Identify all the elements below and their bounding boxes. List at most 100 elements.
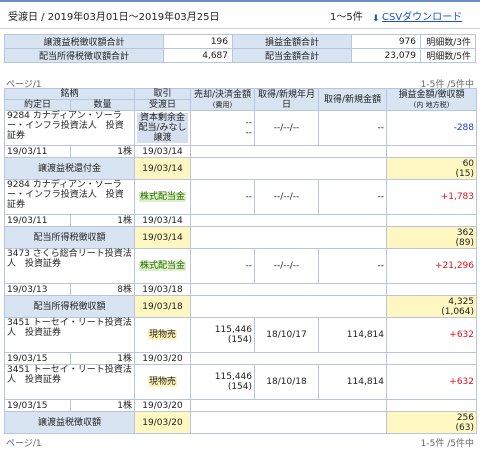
settle-date: 19/03/14	[134, 226, 192, 249]
summary-row: 配当所得税徴収額合計 4,687 配当金額合計 23,079 明細数/5件	[4, 48, 476, 63]
tax-local: (89)	[455, 237, 475, 248]
sale-amount-fee: (154)	[227, 335, 253, 345]
acq-date: 18/10/17	[254, 317, 320, 353]
sale-amount: -- --	[190, 110, 256, 146]
empty-cell	[190, 283, 388, 296]
settle-date: 19/03/14	[134, 145, 192, 158]
table-row: 19/03/13 8株 19/03/18	[4, 283, 478, 296]
settle-date: 19/03/20	[134, 399, 192, 412]
acq-amount: --	[318, 179, 388, 215]
download-icon: ⬇	[372, 14, 380, 24]
empty-cell	[190, 295, 388, 318]
table-row: 19/03/15 1株 19/03/20	[4, 352, 478, 365]
empty-cell	[190, 352, 388, 365]
sale-amount-value: --	[245, 118, 253, 128]
table-row: 3473 さくら総合リート投資法人 投資証券 株式配当金 -- --/--/--…	[3, 248, 478, 284]
empty-cell	[386, 399, 478, 412]
col-baikyaku: 売却/決済金額 (費用)	[190, 88, 256, 111]
security-name[interactable]: 3451 トーセイ・リート投資法人 投資証券	[3, 364, 136, 400]
sale-amount-value: 115,446	[214, 372, 253, 382]
trade-date: 19/03/15	[4, 399, 71, 412]
tax-local: (15)	[455, 168, 475, 179]
table-row: 配当所得税徴収額 19/03/18 4,325 (1,064)	[3, 295, 478, 318]
trade-date: 19/03/13	[4, 283, 71, 296]
col-torihiki: 取引	[134, 88, 192, 100]
empty-cell	[386, 352, 478, 365]
tax-amount: 256 (63)	[386, 411, 478, 434]
summary-label: 譲渡益税徴収額合計	[4, 34, 164, 49]
tax-label: 配当所得税徴収額	[3, 295, 136, 318]
summary-table: 譲渡益税徴収額合計 196 損益金額合計 976 明細数/3件 配当所得税徴収額…	[4, 34, 476, 63]
acq-date: 18/10/18	[254, 364, 320, 400]
tax-amount: 362 (89)	[386, 226, 478, 249]
csv-label: CSVダウンロード	[382, 12, 463, 23]
tax-amount: 60 (15)	[386, 157, 478, 180]
empty-cell	[190, 399, 388, 412]
col-soneki-label: 損益金額/徴収額	[398, 89, 465, 100]
acq-date: --/--/--	[254, 248, 320, 284]
col-suryo: 数量	[69, 99, 136, 111]
pl-amount: +21,296	[386, 248, 478, 284]
summary-count: 明細数/5件	[420, 48, 476, 63]
table-row: 3451 トーセイ・リート投資法人 投資証券 現物売 115,446 (154) …	[3, 317, 478, 353]
table-row: 配当所得税徴収額 19/03/14 362 (89)	[3, 226, 478, 249]
empty-cell	[190, 214, 388, 227]
settle-date: 19/03/20	[134, 352, 192, 365]
acq-date: --/--/--	[254, 179, 320, 215]
table-row: 9284 カナディアン・ソーラー・インフラ投資法人 投資証券 株式配当金 -- …	[3, 179, 478, 215]
col-soneki-sub: (内 地方税)	[413, 100, 450, 109]
table-row: 9284 カナディアン・ソーラー・インフラ投資法人 投資証券 資本剰余金配当/み…	[3, 110, 478, 146]
settle-date: 19/03/14	[134, 214, 192, 227]
trade-date: 19/03/11	[4, 145, 71, 158]
sale-amount-value: 115,446	[214, 325, 253, 335]
tax-label: 配当所得税徴収額	[3, 226, 136, 249]
acq-amount: 114,814	[318, 317, 388, 353]
empty-cell	[386, 214, 478, 227]
settle-date: 19/03/20	[134, 411, 192, 434]
settle-date: 19/03/18	[134, 283, 192, 296]
security-name[interactable]: 3451 トーセイ・リート投資法人 投資証券	[3, 317, 136, 353]
quantity: 1株	[69, 145, 136, 158]
acq-date: --/--/--	[254, 110, 320, 146]
col-soneki: 損益金額/徴収額 (内 地方税)	[386, 88, 478, 111]
acq-amount: --	[318, 248, 388, 284]
csv-download-link[interactable]: ⬇ CSVダウンロード	[372, 8, 463, 24]
table-row: 3451 トーセイ・リート投資法人 投資証券 現物売 115,446 (154) …	[3, 364, 478, 400]
pl-amount: +1,783	[386, 179, 478, 215]
table-row: 19/03/11 1株 19/03/14	[4, 214, 478, 227]
trade-type: 現物売	[148, 377, 178, 387]
quantity: 1株	[69, 399, 136, 412]
tax-local: (1,064)	[441, 306, 475, 317]
pl-amount: -288	[386, 110, 478, 146]
sale-amount-fee: (154)	[227, 382, 253, 392]
col-shutoku: 取得/新規年月日	[254, 88, 320, 111]
empty-cell	[386, 145, 478, 158]
empty-cell	[190, 145, 388, 158]
col-baikyaku-label: 売却/決済金額	[193, 89, 252, 100]
security-name[interactable]: 3473 さくら総合リート投資法人 投資証券	[3, 248, 136, 284]
col-yakujo: 約定日	[4, 99, 71, 111]
summary-row: 譲渡益税徴収額合計 196 損益金額合計 976 明細数/3件	[4, 34, 476, 49]
security-name[interactable]: 9284 カナディアン・ソーラー・インフラ投資法人 投資証券	[3, 179, 136, 215]
result-count: 1〜5件	[330, 12, 363, 23]
acq-amount: 114,814	[318, 364, 388, 400]
table-row: 19/03/11 1株 19/03/14	[4, 145, 478, 158]
tax-amount: 4,325 (1,064)	[386, 295, 478, 318]
tax-label: 譲渡益税還付金	[3, 157, 136, 180]
empty-cell	[386, 283, 478, 296]
quantity: 1株	[69, 352, 136, 365]
date-range: 受渡日 / 2019年03月01日〜2019年03月25日	[8, 12, 220, 23]
trade-type: 現物売	[148, 330, 178, 340]
trade-type: 株式配当金	[139, 192, 187, 202]
acq-amount: --	[318, 110, 388, 146]
quantity: 1株	[69, 214, 136, 227]
tax-value: 256	[456, 412, 475, 423]
table-row: 19/03/15 1株 19/03/20	[4, 399, 478, 412]
summary-value: 976	[351, 34, 421, 49]
summary-label: 損益金額合計	[232, 34, 352, 49]
empty-cell	[190, 157, 388, 180]
page-range: 1-5件 /5件中	[420, 439, 474, 449]
page-indicator: ページ/1	[6, 439, 42, 449]
security-name[interactable]: 9284 カナディアン・ソーラー・インフラ投資法人 投資証券	[3, 110, 136, 146]
table-row: 譲渡益税徴収額 19/03/20 256 (63)	[3, 411, 478, 434]
